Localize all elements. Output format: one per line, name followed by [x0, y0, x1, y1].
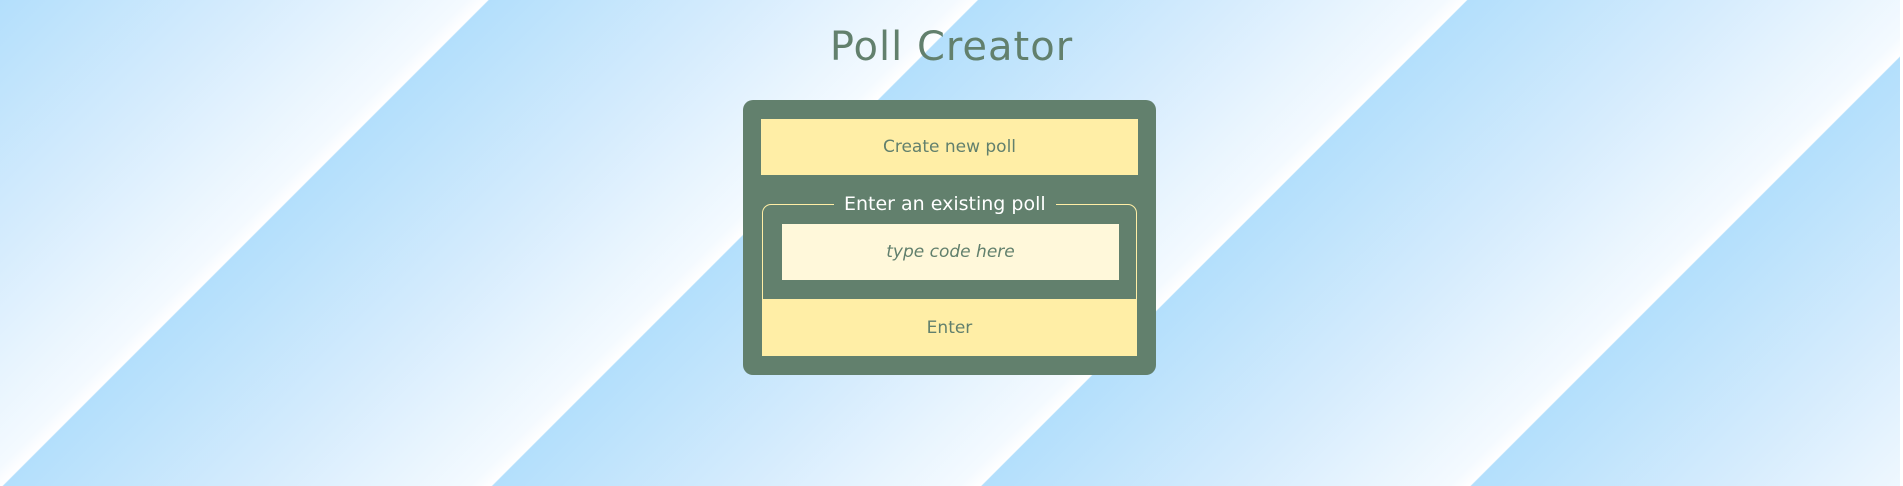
existing-poll-legend: Enter an existing poll [834, 192, 1056, 216]
poll-card: Create new poll Enter an existing poll E… [743, 100, 1156, 375]
poll-code-input[interactable] [782, 224, 1119, 280]
create-poll-button[interactable]: Create new poll [761, 119, 1138, 175]
enter-button[interactable]: Enter [762, 299, 1137, 356]
page-title: Poll Creator [829, 24, 1074, 70]
